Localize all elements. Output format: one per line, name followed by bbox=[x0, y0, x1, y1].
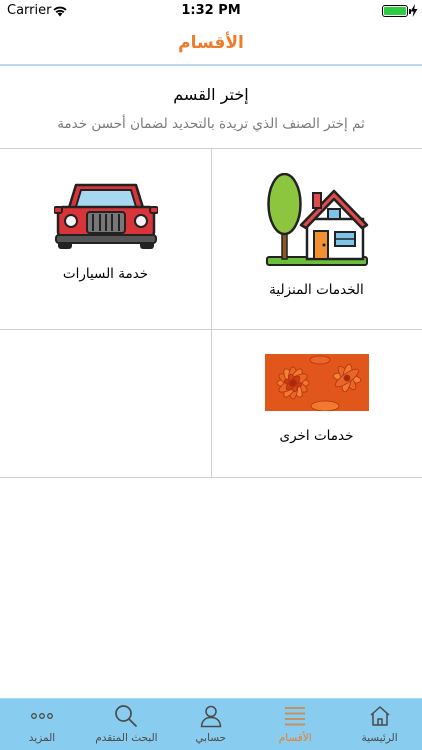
category-label: خدمة السيارات bbox=[62, 266, 149, 282]
tab-label: المزيد bbox=[28, 732, 56, 744]
search-icon bbox=[115, 705, 138, 728]
tab-bar: الرئيسية الأقسام حسابي البحث المتقدم الم… bbox=[0, 698, 422, 750]
charging-bolt-icon bbox=[410, 4, 418, 17]
tab-label: حسابي bbox=[195, 732, 227, 744]
house-tree-icon bbox=[266, 173, 369, 266]
battery-icon bbox=[382, 5, 411, 17]
tab-label: البحث المتقدم bbox=[95, 732, 158, 744]
status-bar: Carrier 1:32 PM bbox=[0, 0, 422, 22]
category-label: خدمات اخرى bbox=[279, 428, 354, 444]
empty-grid-cell bbox=[0, 329, 211, 477]
category-other-services[interactable]: خدمات اخرى bbox=[211, 329, 422, 477]
category-grid: الخدمات المنزلية خدمة السيارات خدمات اخر… bbox=[0, 148, 422, 478]
user-icon bbox=[200, 705, 222, 728]
tab-label: الأقسام bbox=[278, 732, 312, 744]
section-prompt-subtitle: ثم إختر الصنف الذي تريدة بالتحديد لضمان … bbox=[57, 116, 365, 132]
tab-more[interactable]: المزيد bbox=[0, 699, 84, 750]
section-prompt-title: إختر القسم bbox=[173, 85, 249, 104]
tab-account[interactable]: حسابي bbox=[169, 699, 253, 750]
category-home-services[interactable]: الخدمات المنزلية bbox=[211, 148, 422, 313]
navigation-bar: الأقسام bbox=[0, 22, 422, 66]
tab-advanced-search[interactable]: البحث المتقدم bbox=[84, 699, 168, 750]
more-dots-icon bbox=[31, 713, 53, 719]
category-car-services[interactable]: خدمة السيارات bbox=[0, 148, 211, 313]
car-icon bbox=[54, 183, 158, 249]
page-title: الأقسام bbox=[178, 33, 244, 53]
battery-fill bbox=[384, 7, 406, 15]
tab-home[interactable]: الرئيسية bbox=[338, 699, 422, 750]
orange-flower-photo bbox=[265, 354, 369, 411]
category-label: الخدمات المنزلية bbox=[269, 282, 364, 298]
menu-lines-icon bbox=[285, 707, 306, 726]
tab-label: الرئيسية bbox=[361, 732, 398, 744]
tab-categories[interactable]: الأقسام bbox=[253, 699, 337, 750]
home-icon bbox=[370, 706, 390, 726]
clock-time: 1:32 PM bbox=[181, 3, 241, 18]
